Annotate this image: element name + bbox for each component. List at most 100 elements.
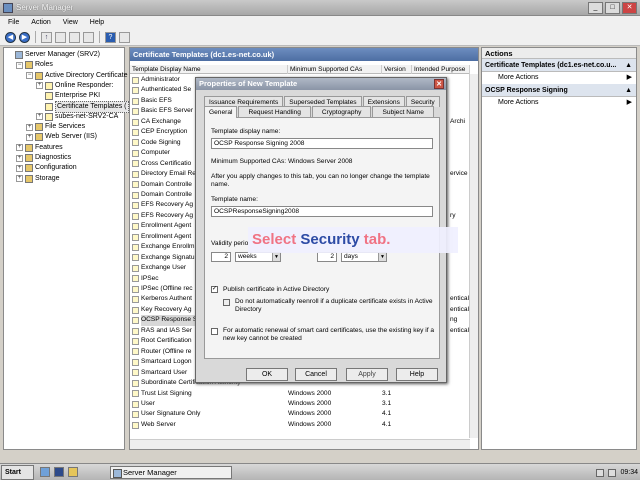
- publish-checkbox[interactable]: ✓: [211, 286, 218, 293]
- column-intended-purpose[interactable]: Intended Purpose: [412, 65, 470, 74]
- tree-node[interactable]: + Online Responder:: [36, 81, 113, 91]
- tree-node[interactable]: + Diagnostics: [16, 153, 71, 163]
- certificate-template-icon: [132, 327, 139, 335]
- tree-node[interactable]: − Active Directory Certificate: [26, 71, 127, 81]
- dialog-close-icon[interactable]: ✕: [434, 79, 444, 89]
- start-button[interactable]: Start: [1, 465, 34, 480]
- close-button[interactable]: ✕: [622, 2, 637, 14]
- tree-node[interactable]: + File Services: [26, 122, 85, 132]
- tree-node[interactable]: Certificate Templates (: [36, 100, 129, 113]
- tab-general[interactable]: General: [204, 106, 238, 118]
- menu-action[interactable]: Action: [31, 16, 50, 29]
- template-name-text: Exchange Signatu: [141, 253, 195, 261]
- template-name-text: Domain Controlle: [141, 190, 192, 198]
- template-name-cell: Exchange Enrollm: [130, 242, 195, 253]
- tree-node-label: Server Manager (SRV2): [25, 51, 100, 58]
- tree-node[interactable]: + Web Server (IIS): [26, 132, 97, 142]
- menu-view[interactable]: View: [63, 16, 78, 29]
- expand-icon[interactable]: +: [16, 164, 23, 172]
- expand-icon[interactable]: +: [26, 133, 33, 141]
- collapse-icon[interactable]: −: [26, 72, 33, 80]
- tab-request-handling[interactable]: Request Handling: [238, 106, 311, 117]
- table-row[interactable]: Trust List Signing Windows 2000 3.1: [130, 389, 470, 400]
- column-display-name[interactable]: Template Display Name: [130, 65, 288, 74]
- horizontal-scrollbar[interactable]: [130, 439, 470, 449]
- tree-node[interactable]: + Features: [16, 143, 63, 153]
- validity-value-field[interactable]: 2: [211, 252, 231, 262]
- refresh-icon[interactable]: [69, 31, 80, 43]
- maximize-button[interactable]: □: [605, 2, 620, 14]
- network-icon[interactable]: [596, 468, 605, 477]
- show-tree-icon[interactable]: [55, 31, 66, 43]
- certificate-template-icon: [132, 338, 139, 345]
- tree-node[interactable]: − Roles: [16, 60, 53, 70]
- smartcard-renewal-checkbox[interactable]: [211, 328, 218, 335]
- explorer-icon[interactable]: [68, 467, 78, 477]
- tab-subject-name[interactable]: Subject Name: [372, 106, 434, 117]
- tab-cryptography[interactable]: Cryptography: [311, 106, 372, 117]
- expand-icon[interactable]: +: [36, 82, 43, 90]
- menu-file[interactable]: File: [8, 16, 19, 29]
- collapse-arrow-icon[interactable]: ▲: [625, 84, 632, 97]
- tree-node-label: Diagnostics: [35, 154, 72, 161]
- actions-section-templates[interactable]: Certificate Templates (dc1.es-net.co.u..…: [482, 59, 636, 72]
- template-name-text: IPSec (Offline rec: [141, 285, 193, 292]
- template-name-cell: Root Certification: [130, 336, 192, 347]
- version-cell: 3.1: [382, 389, 392, 397]
- no-reenroll-checkbox[interactable]: [223, 299, 230, 306]
- properties-icon[interactable]: [119, 31, 130, 43]
- up-folder-icon[interactable]: ↑: [41, 31, 52, 43]
- template-name-cell: Directory Email Re: [130, 169, 196, 180]
- validity-unit-select[interactable]: weeks ▼: [235, 252, 281, 262]
- template-name-cell: RAS and IAS Ser: [130, 326, 192, 337]
- table-row[interactable]: User Signature Only Windows 2000 4.1: [130, 409, 470, 420]
- help-button[interactable]: Help: [396, 368, 438, 381]
- certificate-template-icon: [132, 411, 139, 419]
- tree-node[interactable]: Server Manager (SRV2): [6, 50, 100, 60]
- apply-button[interactable]: Apply: [346, 368, 388, 381]
- server-manager-quicklaunch-icon[interactable]: [40, 467, 50, 477]
- collapse-icon[interactable]: −: [16, 61, 23, 69]
- table-row[interactable]: Web Server Windows 2000 4.1: [130, 420, 470, 431]
- renewal-value-field[interactable]: 2: [317, 252, 337, 262]
- powershell-icon[interactable]: [54, 467, 64, 477]
- column-min-ca[interactable]: Minimum Supported CAs: [288, 65, 382, 74]
- template-name-cell: Web Server: [130, 420, 176, 431]
- menu-help[interactable]: Help: [90, 16, 104, 29]
- tree-node[interactable]: + Storage: [16, 174, 60, 184]
- expand-icon[interactable]: +: [16, 175, 23, 183]
- table-row[interactable]: User Windows 2000 3.1: [130, 399, 470, 410]
- ok-button[interactable]: OK: [246, 368, 288, 381]
- back-icon[interactable]: ◀: [5, 31, 16, 43]
- tree-node[interactable]: + subes-net-SRV2-CA: [36, 112, 118, 122]
- certificate-template-icon: [132, 369, 139, 377]
- certificate-template-icon: [132, 97, 139, 105]
- expand-icon[interactable]: +: [16, 154, 23, 162]
- certificate-template-icon: [132, 170, 139, 178]
- minimize-button[interactable]: _: [588, 2, 603, 14]
- taskbar-server-manager[interactable]: Server Manager: [110, 466, 232, 479]
- collapse-arrow-icon[interactable]: ▲: [625, 59, 632, 72]
- tree-node[interactable]: + Configuration: [16, 163, 77, 173]
- actions-section-ocsp[interactable]: OCSP Response Signing ▲: [482, 84, 636, 97]
- help-icon[interactable]: ?: [105, 31, 116, 43]
- min-ca-cell: Windows 2000: [288, 410, 332, 418]
- more-actions-item[interactable]: More Actions ▶: [482, 72, 636, 84]
- renewal-unit-select[interactable]: days ▼: [341, 252, 387, 262]
- export-list-icon[interactable]: [83, 31, 94, 43]
- column-version[interactable]: Version: [382, 65, 412, 74]
- template-name-text: RAS and IAS Ser: [141, 326, 192, 334]
- expand-icon[interactable]: +: [16, 144, 23, 152]
- cancel-button[interactable]: Cancel: [295, 368, 337, 381]
- template-name-field[interactable]: OCSPResponseSigning2008: [211, 206, 433, 217]
- forward-icon[interactable]: ▶: [19, 31, 30, 43]
- dialog-title: Properties of New Template ✕: [196, 78, 446, 90]
- certificate-template-icon: [132, 223, 139, 231]
- purpose-cell: entical: [450, 295, 470, 303]
- vertical-scrollbar[interactable]: [469, 74, 478, 438]
- expand-icon[interactable]: +: [36, 113, 43, 121]
- volume-icon[interactable]: [608, 468, 617, 477]
- more-actions-item[interactable]: More Actions ▶: [482, 97, 636, 109]
- display-name-field[interactable]: OCSP Response Signing 2008: [211, 138, 433, 149]
- expand-icon[interactable]: +: [26, 123, 33, 131]
